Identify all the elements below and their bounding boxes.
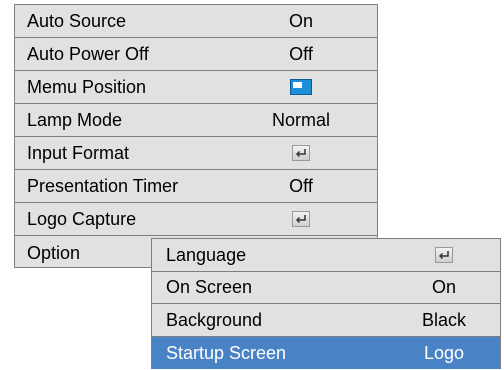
menu-item-logo-capture[interactable]: Logo Capture [15,203,377,236]
submenu-item-label: On Screen [166,277,253,298]
enter-icon [435,246,453,263]
submenu-item-value [435,246,453,263]
menu-item-menu-position[interactable]: Memu Position [15,71,377,104]
menu-item-value [290,79,312,95]
submenu-item-value: On [431,277,457,298]
menu-item-lamp-mode[interactable]: Lamp Mode Normal [15,104,377,137]
submenu-item-label: Language [166,244,247,265]
submenu-item-background[interactable]: Background Black [152,304,500,337]
menu-item-auto-power-off[interactable]: Auto Power Off Off [15,38,377,71]
submenu-item-label: Startup Screen [166,342,287,363]
menu-position-icon [290,79,312,95]
menu-item-label: Auto Source [27,11,127,31]
enter-icon [292,145,310,161]
submenu-item-language[interactable]: Language [152,239,500,272]
menu-item-label: Lamp Mode [27,110,123,130]
menu-item-auto-source[interactable]: Auto Source On [15,5,377,38]
menu-item-presentation-timer[interactable]: Presentation Timer Off [15,170,377,203]
menu-item-value: Off [289,176,313,196]
menu-item-label: Input Format [27,143,130,163]
menu-item-value [292,145,310,161]
submenu-item-value: Black [421,309,467,330]
menu-item-label: Presentation Timer [27,176,179,196]
menu-item-value: On [288,11,314,31]
menu-item-input-format[interactable]: Input Format [15,137,377,170]
submenu-item-value: Logo [423,342,465,363]
menu-item-label: Option [27,242,81,263]
option-submenu: Language On Screen On Background Black S… [151,238,501,369]
menu-item-value [292,211,310,227]
menu-item-label: Memu Position [27,77,147,97]
submenu-item-label: Background [166,309,263,330]
menu-item-label: Auto Power Off [27,44,149,64]
menu-item-label: Logo Capture [27,209,137,229]
menu-item-value: Normal [271,110,331,130]
menu-item-value: Off [289,44,313,64]
main-menu: Auto Source On Auto Power Off Off Memu P… [14,4,378,268]
enter-icon [292,211,310,227]
submenu-item-on-screen[interactable]: On Screen On [152,272,500,304]
submenu-item-startup-screen[interactable]: Startup Screen Logo [152,336,500,369]
